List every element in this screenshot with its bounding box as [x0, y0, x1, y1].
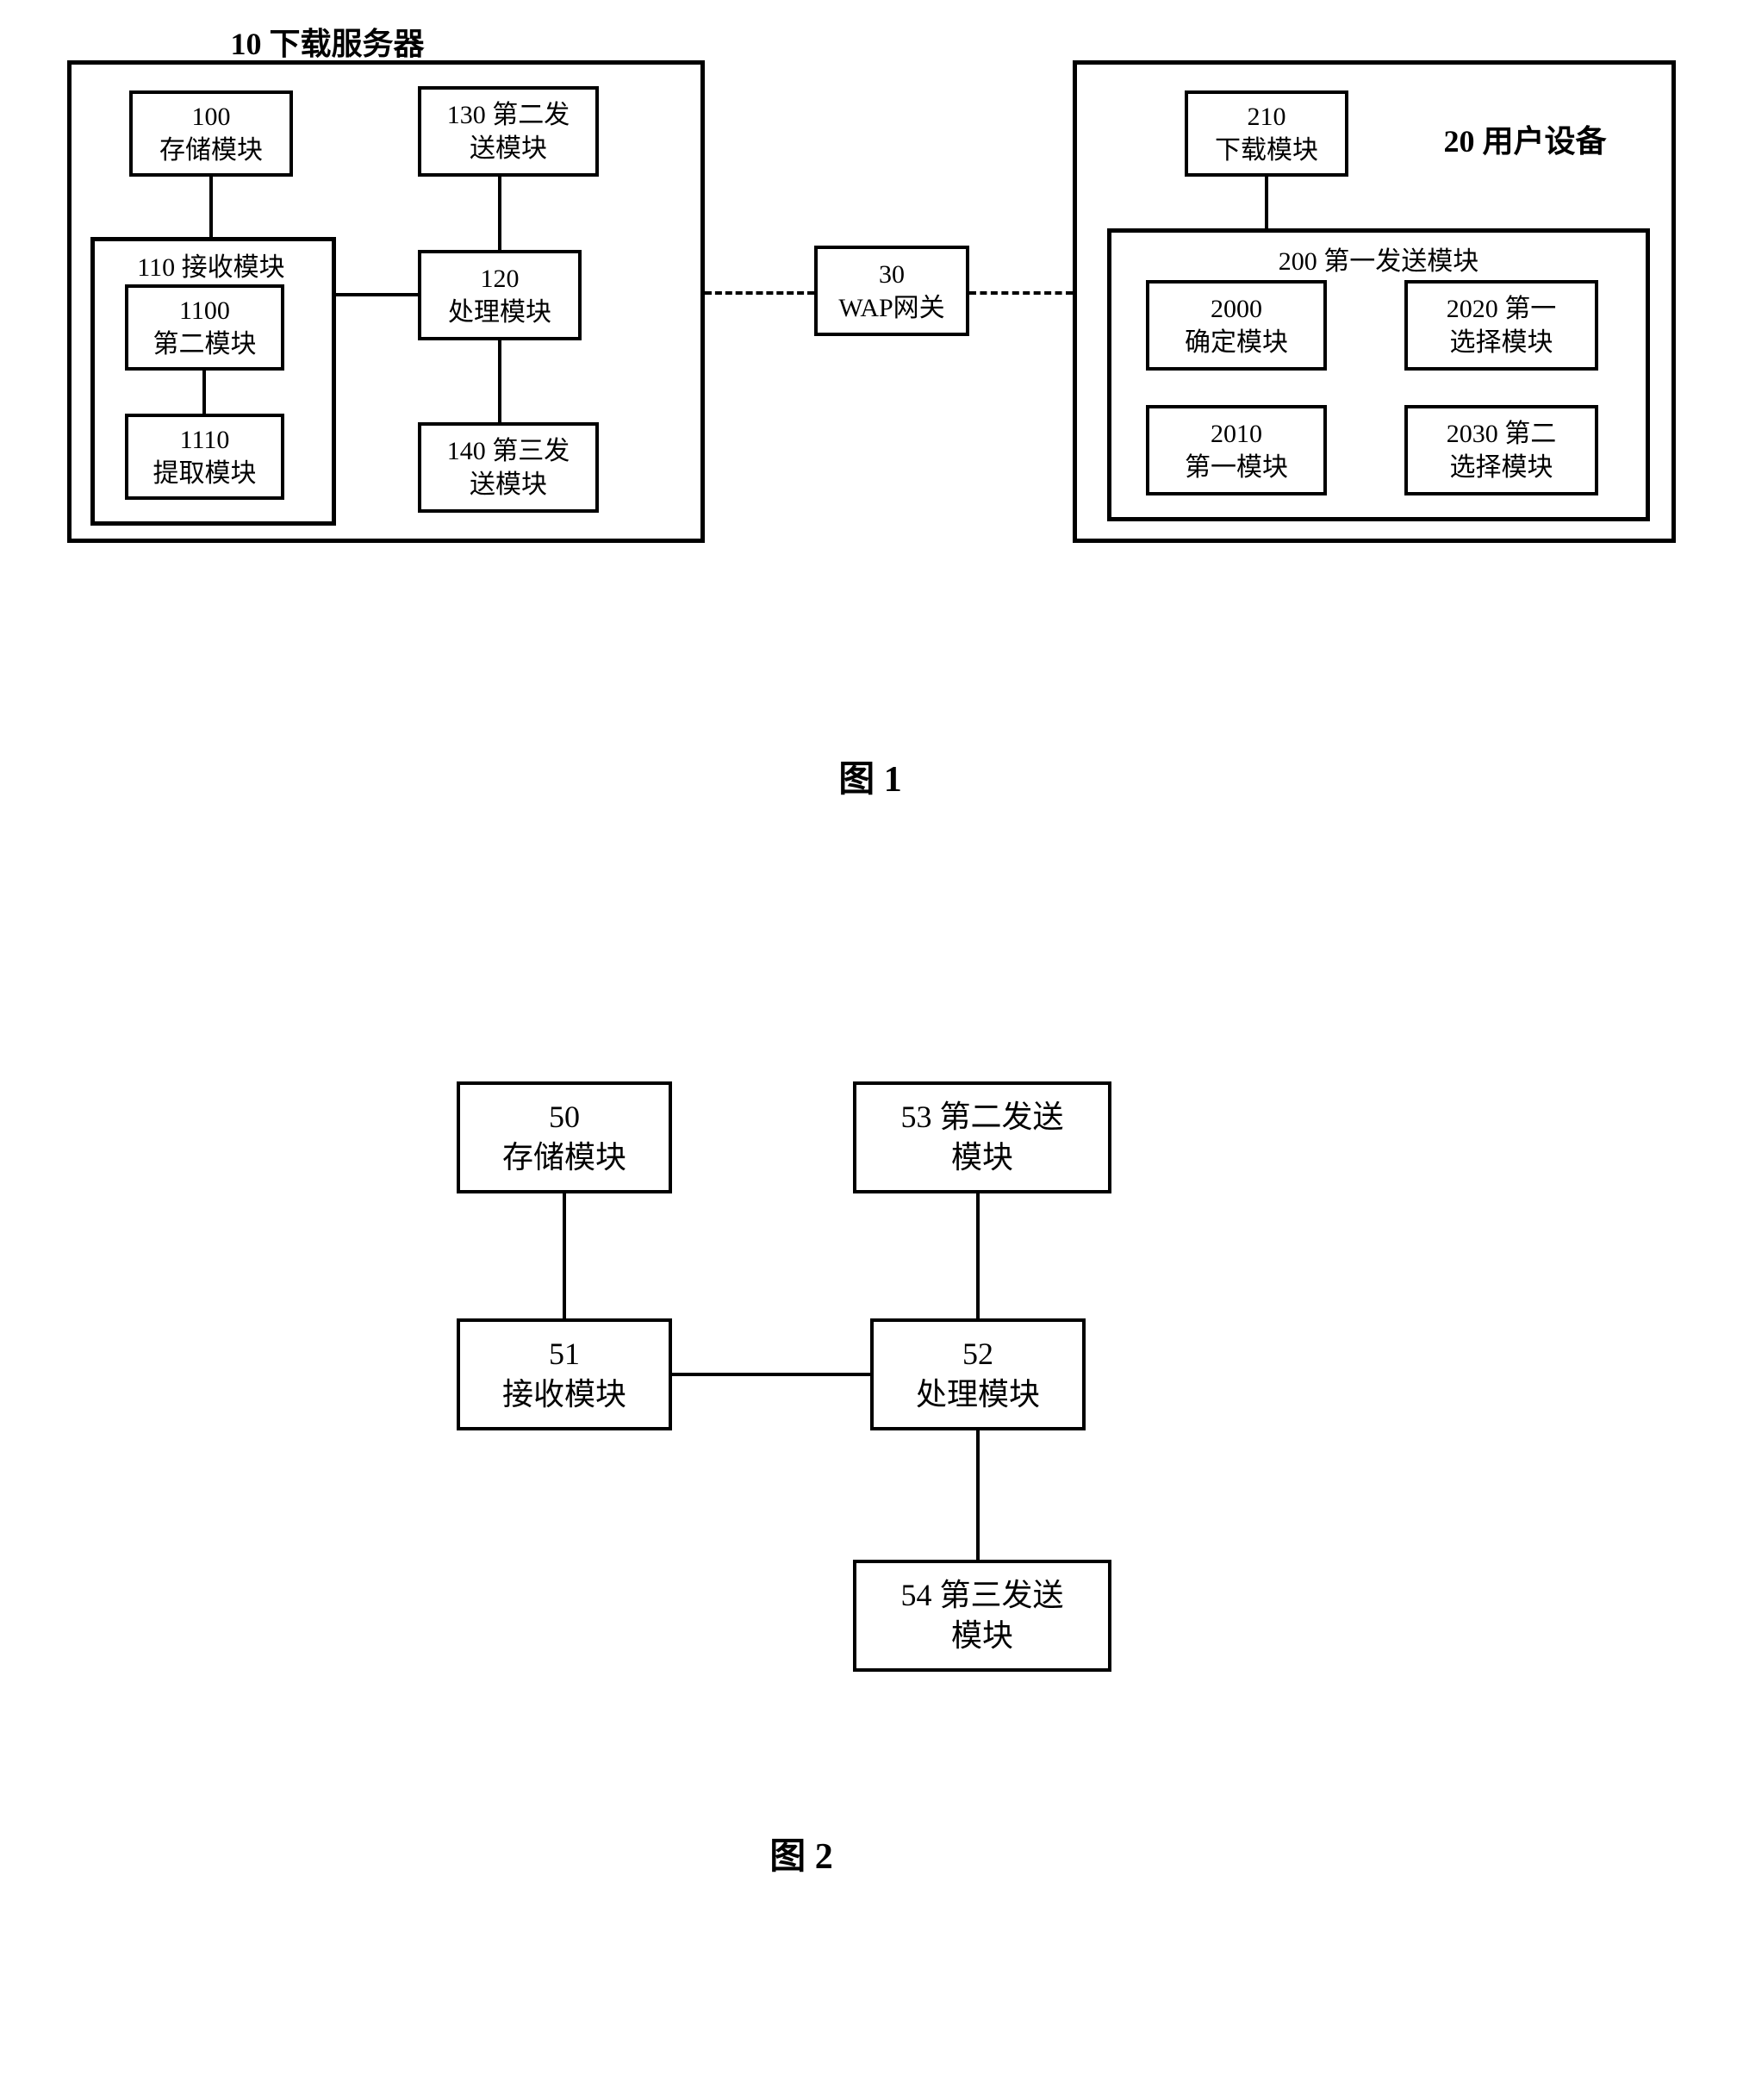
box-2000-num: 2000 [1211, 292, 1262, 326]
box-1110-name: 提取模块 [153, 457, 257, 490]
box-2010-name: 第一模块 [1185, 451, 1288, 484]
box-2020-num: 2020 第一 [1447, 292, 1557, 326]
box-51: 51 接收模块 [457, 1318, 672, 1430]
box-1110: 1110 提取模块 [125, 414, 284, 500]
box-51-name: 接收模块 [502, 1374, 626, 1415]
box-50-name: 存储模块 [502, 1137, 626, 1178]
box-2030-num: 2030 第二 [1447, 417, 1557, 451]
line-51-52 [672, 1373, 870, 1376]
box-140-name: 送模块 [470, 468, 547, 502]
box-120-name: 处理模块 [448, 296, 551, 329]
box-30-name: WAP网关 [838, 291, 944, 325]
box-100-name: 存储模块 [159, 134, 263, 167]
box-53-name: 模块 [951, 1137, 1013, 1178]
box-2000: 2000 确定模块 [1146, 280, 1327, 371]
line-120-140 [498, 340, 501, 422]
box-210-num: 210 [1248, 100, 1286, 134]
box-2030-name: 选择模块 [1450, 451, 1553, 484]
ue-title: 20 用户设备 [1404, 116, 1646, 161]
server-title: 10 下载服务器 [198, 19, 457, 64]
line-53-52 [976, 1193, 980, 1318]
line-100-110 [209, 177, 213, 237]
box-52-num: 52 [962, 1334, 993, 1374]
box-100-num: 100 [192, 100, 231, 134]
box-130-name: 送模块 [470, 132, 547, 165]
box-110-title: 110 接收模块 [99, 246, 323, 284]
box-30-gateway: 30 WAP网关 [814, 246, 969, 336]
line-52-54 [976, 1430, 980, 1560]
box-2000-name: 确定模块 [1185, 326, 1288, 359]
box-54: 54 第三发送 模块 [853, 1560, 1111, 1672]
box-2030: 2030 第二 选择模块 [1404, 405, 1598, 495]
box-50: 50 存储模块 [457, 1081, 672, 1193]
box-53-num: 53 第二发送 [900, 1097, 1063, 1137]
box-1100: 1100 第二模块 [125, 284, 284, 371]
line-110-120 [336, 293, 418, 296]
line-server-gateway [705, 291, 814, 295]
box-1100-name: 第二模块 [153, 327, 257, 361]
line-1100-1110 [202, 371, 206, 414]
figure-1-label: 图 1 [810, 750, 931, 802]
box-2010-num: 2010 [1211, 417, 1262, 451]
box-2010: 2010 第一模块 [1146, 405, 1327, 495]
box-120-num: 120 [481, 262, 520, 296]
line-gateway-ue [969, 291, 1073, 295]
box-53: 53 第二发送 模块 [853, 1081, 1111, 1193]
box-51-num: 51 [549, 1334, 580, 1374]
box-52: 52 处理模块 [870, 1318, 1086, 1430]
box-200-title: 200 第一发送模块 [1232, 240, 1525, 277]
box-210: 210 下载模块 [1185, 90, 1348, 177]
box-1110-num: 1110 [180, 423, 230, 457]
box-120: 120 处理模块 [418, 250, 582, 340]
box-130-num: 130 第二发 [447, 98, 570, 132]
box-140: 140 第三发 送模块 [418, 422, 599, 513]
box-100: 100 存储模块 [129, 90, 293, 177]
box-1100-num: 1100 [179, 294, 230, 327]
box-54-name: 模块 [951, 1616, 1013, 1656]
box-210-name: 下载模块 [1215, 134, 1318, 167]
box-130: 130 第二发 送模块 [418, 86, 599, 177]
box-52-name: 处理模块 [916, 1374, 1040, 1415]
box-30-num: 30 [879, 258, 905, 291]
line-50-51 [563, 1193, 566, 1318]
box-2020-name: 选择模块 [1450, 326, 1553, 359]
line-210-200 [1265, 177, 1268, 228]
box-54-num: 54 第三发送 [900, 1575, 1063, 1616]
box-140-num: 140 第三发 [447, 434, 570, 468]
figure-2-label: 图 2 [741, 1827, 862, 1879]
box-50-num: 50 [549, 1097, 580, 1137]
box-2020: 2020 第一 选择模块 [1404, 280, 1598, 371]
line-120-130 [498, 177, 501, 250]
